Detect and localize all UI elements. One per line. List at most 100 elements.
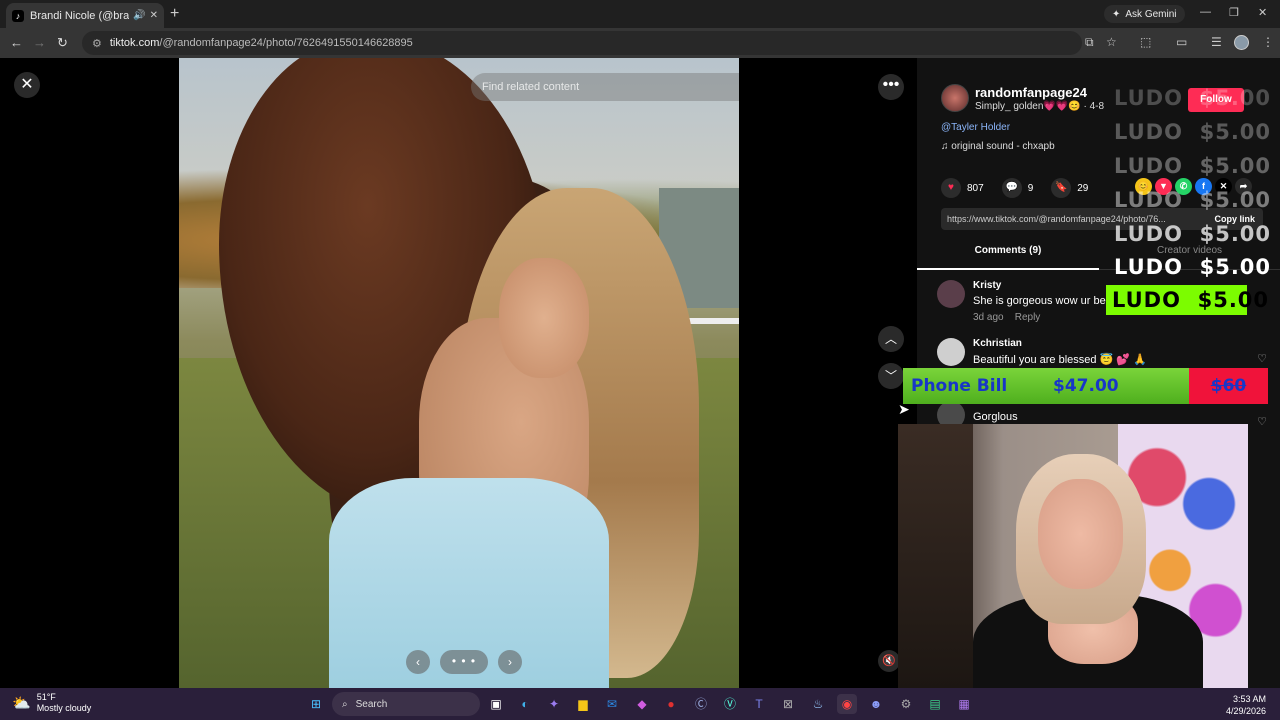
tab-comments[interactable]: Comments (9) — [917, 240, 1099, 270]
windows-taskbar: ⛅ 51°F Mostly cloudy ⊞ ⌕ Search ▣ ◐ ✦ ▆ ✉… — [0, 688, 1280, 720]
ludo-row: LUDO $5.00 — [1114, 86, 1272, 110]
app-icon[interactable]: ▦ — [954, 694, 974, 714]
taskbar-search[interactable]: ⌕ Search — [332, 692, 480, 716]
ask-gemini-button[interactable]: ✦ Ask Gemini — [1104, 5, 1185, 23]
new-tab-icon[interactable]: + — [170, 5, 179, 23]
comment-like-icon[interactable]: ♡ — [1257, 352, 1267, 365]
ludo-highlight: LUDO $5.00 — [1106, 285, 1268, 315]
address-bar[interactable]: ⚙ tiktok.com/@randomfanpage24/photo/7626… — [82, 31, 1082, 55]
edge-icon[interactable]: ◐ — [515, 694, 535, 714]
ludo-row: LUDO $5.00 — [1114, 120, 1272, 144]
sound-link[interactable]: ♫ original sound - chxapb — [941, 141, 1055, 152]
comment-time: 3d ago — [973, 312, 1004, 323]
heart-icon[interactable]: ♥ — [941, 178, 961, 198]
close-tab-icon[interactable]: ✕ — [150, 10, 158, 21]
phone-bill-goal-bar: Phone Bill $47.00 — [903, 368, 1189, 404]
post-photo[interactable]: Find related content ⌕ — [179, 58, 739, 688]
more-options-button[interactable]: ••• — [878, 74, 904, 100]
file-explorer-icon[interactable]: ▆ — [573, 694, 593, 714]
photo-pager: ‹ • • • › — [406, 650, 522, 674]
engagement-stats: ♥ 807 💬 9 🔖 29 — [941, 178, 1100, 198]
settings-icon[interactable]: ⚙ — [896, 694, 916, 714]
chevron-up-icon: ︿ — [884, 332, 897, 346]
outlook-icon[interactable]: ✉ — [602, 694, 622, 714]
comment-icon[interactable]: 💬 — [1001, 178, 1022, 198]
reply-button[interactable]: Reply — [1015, 312, 1041, 323]
mute-icon: 🔇 — [882, 655, 896, 667]
steam-icon[interactable]: ♨ — [808, 694, 828, 714]
volume-button[interactable]: 🔇 — [878, 650, 900, 672]
url-path: /@randomfanpage24/photo/7626491550146628… — [159, 37, 413, 49]
commenter-avatar[interactable] — [937, 280, 965, 308]
comment-like-icon[interactable]: ♡ — [1257, 415, 1267, 428]
install-icon[interactable]: ⧉ — [1085, 35, 1094, 50]
commenter-name[interactable]: Kristy — [973, 280, 1001, 291]
prev-photo-button[interactable]: ‹ — [406, 650, 430, 674]
forward-icon[interactable]: → — [33, 35, 46, 50]
goal-target: $60 — [1189, 368, 1268, 404]
start-icon[interactable]: ⊞ — [306, 694, 326, 714]
browser-tab[interactable]: ♪ Brandi Nicole (@brandinic 🔊 ✕ — [6, 3, 164, 28]
ludo-row: LUDO $5.00 — [1114, 188, 1272, 212]
author-subtitle: Simply_ golden💗💗😊 · 4-8 — [975, 101, 1105, 112]
chevron-down-icon: ﹀ — [884, 369, 897, 383]
close-icon: ✕ — [20, 76, 34, 93]
browser-toolbar: ← → ↻ ⚙ tiktok.com/@randomfanpage24/phot… — [0, 28, 1280, 58]
author-handle[interactable]: randomfanpage24 — [975, 85, 1087, 100]
clock-date: 4/29/2026 — [1226, 706, 1267, 716]
profile-avatar[interactable] — [1234, 35, 1249, 50]
minimize-icon[interactable]: — — [1200, 6, 1211, 18]
commenter-avatar[interactable] — [937, 338, 965, 366]
app-icon[interactable]: Ⓥ — [720, 694, 740, 714]
url-host: tiktok.com — [109, 37, 160, 49]
site-info-icon[interactable]: ⚙ — [92, 37, 102, 50]
comment-text: Beautiful you are blessed 😇 💕 🙏 — [973, 354, 1147, 366]
close-viewer-button[interactable]: ✕ — [14, 72, 40, 98]
clock-time: 3:53 AM — [1233, 694, 1267, 704]
sound-name: original sound - chxapb — [951, 141, 1055, 152]
next-post-button[interactable]: ﹀ — [878, 363, 904, 389]
app-icon[interactable]: ● — [661, 694, 681, 714]
bookmark-star-icon[interactable]: ☆ — [1106, 35, 1117, 49]
task-view-icon[interactable]: ▣ — [486, 694, 506, 714]
copilot-icon[interactable]: ✦ — [544, 694, 564, 714]
browser-tab-bar: ♪ Brandi Nicole (@brandinic 🔊 ✕ + ✦ Ask … — [0, 0, 1280, 28]
teams-icon[interactable]: T — [749, 694, 769, 714]
ludo-row: LUDO $5.00 — [1114, 222, 1272, 246]
author-avatar[interactable] — [941, 84, 969, 112]
chrome-icon[interactable]: ◉ — [837, 694, 857, 714]
app-icon[interactable]: ▤ — [925, 694, 945, 714]
restore-icon[interactable]: ❐ — [1229, 6, 1239, 19]
app-icon[interactable]: ◆ — [632, 694, 652, 714]
app-icon[interactable]: ⊠ — [778, 694, 798, 714]
commenter-name[interactable]: Kchristian — [973, 338, 1022, 349]
goal-current: $47.00 — [1053, 376, 1119, 396]
weather-widget[interactable]: ⛅ 51°F Mostly cloudy — [12, 692, 91, 714]
extensions-icon[interactable]: ⬚ — [1140, 35, 1151, 49]
weather-condition: Mostly cloudy — [36, 703, 92, 713]
close-window-icon[interactable]: ✕ — [1258, 6, 1267, 19]
back-icon[interactable]: ← — [10, 35, 23, 50]
webcam-feed — [898, 424, 1248, 690]
ellipsis-icon: ••• — [882, 76, 900, 93]
menu-icon[interactable]: ⋮ — [1262, 35, 1274, 49]
bookmark-icon[interactable]: 🔖 — [1051, 178, 1072, 198]
next-photo-button[interactable]: › — [498, 650, 522, 674]
app-icon[interactable]: Ⓒ — [691, 694, 711, 714]
cast-icon[interactable]: ▭ — [1176, 35, 1187, 49]
reload-icon[interactable]: ↻ — [57, 35, 68, 51]
discord-icon[interactable]: ☻ — [866, 694, 886, 714]
previous-post-button[interactable]: ︿ — [878, 326, 904, 352]
cloud-icon: ⛅ — [12, 695, 31, 712]
mention-link[interactable]: @Tayler Holder — [941, 122, 1010, 133]
speaker-icon[interactable]: 🔊 — [133, 10, 145, 21]
comment-count: 9 — [1027, 182, 1034, 194]
weather-temp: 51°F — [36, 692, 56, 702]
related-search-input[interactable]: Find related content ⌕ — [471, 73, 739, 101]
gemini-icon: ✦ — [1112, 8, 1121, 20]
photo-dots-indicator: • • • — [440, 650, 488, 674]
taskbar-search-label: Search — [355, 698, 388, 710]
reading-list-icon[interactable]: ☰ — [1211, 35, 1222, 49]
system-clock[interactable]: 3:53 AM 4/29/2026 — [1226, 693, 1266, 717]
comment-text: She is gorgeous wow ur be — [973, 295, 1106, 307]
